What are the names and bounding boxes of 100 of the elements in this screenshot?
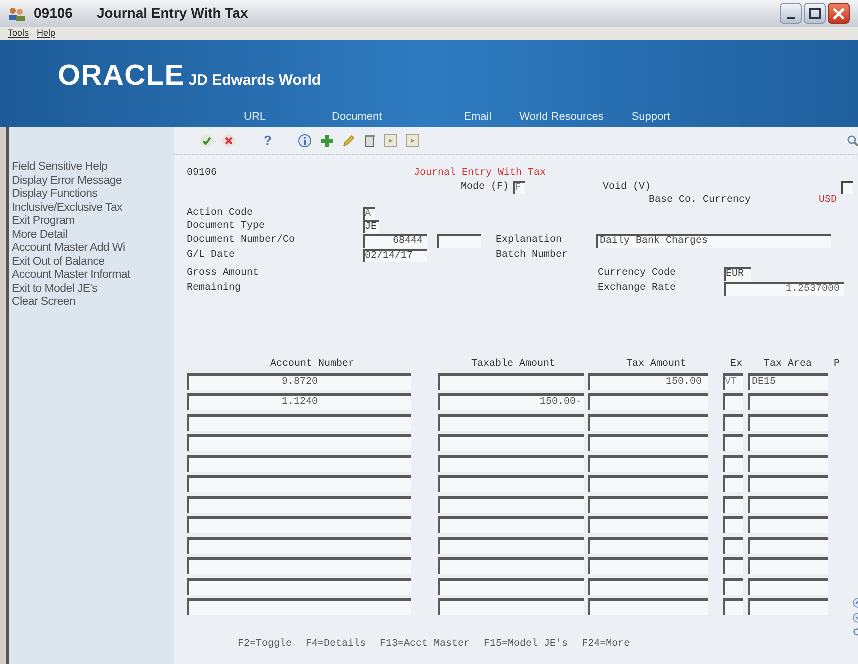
- input-field[interactable]: [588, 578, 708, 595]
- sidebar-item[interactable]: Display Error Message: [12, 174, 174, 188]
- sidebar-item[interactable]: Exit Program: [12, 215, 174, 228]
- input-field[interactable]: [748, 536, 828, 554]
- input-field[interactable]: [723, 414, 743, 431]
- input-field[interactable]: [588, 536, 708, 554]
- input-field[interactable]: [438, 516, 584, 534]
- help-button[interactable]: ?: [264, 134, 272, 147]
- input-field[interactable]: [723, 393, 743, 410]
- input-field[interactable]: [187, 516, 411, 534]
- input-field[interactable]: [723, 475, 743, 492]
- sidebar-item[interactable]: More Detail: [12, 228, 174, 242]
- input-field[interactable]: A: [363, 207, 375, 220]
- input-field[interactable]: [748, 557, 828, 574]
- sidebar-item[interactable]: Clear Screen: [12, 296, 174, 310]
- check-icon[interactable]: [200, 134, 214, 148]
- input-field[interactable]: [187, 598, 411, 616]
- trash-icon[interactable]: [364, 134, 376, 148]
- input-field[interactable]: [588, 414, 708, 431]
- sidebar-item[interactable]: Field Sensitive Help: [12, 161, 174, 174]
- minimize-button[interactable]: [780, 3, 802, 24]
- sidebar-item[interactable]: Inclusive/Exclusive Tax: [12, 202, 174, 215]
- sidebar-item[interactable]: Exit to Model JE's: [12, 282, 174, 296]
- maximize-button[interactable]: [804, 3, 826, 24]
- input-field[interactable]: [723, 516, 743, 534]
- input-field[interactable]: EUR: [724, 266, 751, 280]
- input-field[interactable]: [187, 536, 411, 554]
- input-field[interactable]: [748, 434, 828, 452]
- input-field[interactable]: 68444: [363, 234, 427, 248]
- input-field[interactable]: [723, 536, 743, 554]
- input-field[interactable]: 1.2537000: [724, 282, 844, 296]
- input-field[interactable]: [438, 414, 584, 431]
- input-field[interactable]: [438, 372, 584, 390]
- input-field[interactable]: VT: [723, 372, 743, 390]
- input-field[interactable]: [723, 496, 743, 513]
- info-icon[interactable]: [298, 134, 312, 148]
- input-field[interactable]: [588, 454, 708, 472]
- input-field[interactable]: [438, 454, 584, 472]
- sidebar-item[interactable]: Display Functions: [12, 188, 174, 202]
- input-field[interactable]: [748, 414, 828, 431]
- input-field[interactable]: [438, 496, 584, 513]
- input-field[interactable]: [723, 557, 743, 574]
- input-field[interactable]: [588, 557, 708, 574]
- input-field[interactable]: [187, 454, 411, 472]
- input-field[interactable]: [748, 496, 828, 513]
- input-field[interactable]: [748, 454, 828, 472]
- add-icon[interactable]: [320, 134, 334, 148]
- input-field[interactable]: [438, 434, 584, 452]
- sidebar-item[interactable]: Account Master Informat: [12, 269, 174, 282]
- input-field[interactable]: [588, 598, 708, 616]
- nav-link[interactable]: World Resources: [520, 108, 604, 125]
- input-field[interactable]: [187, 557, 411, 574]
- input-field[interactable]: [588, 393, 708, 410]
- nav-link[interactable]: Document: [332, 108, 382, 125]
- input-field[interactable]: [748, 516, 828, 534]
- input-field[interactable]: [438, 598, 584, 616]
- input-field[interactable]: [438, 475, 584, 492]
- input-field[interactable]: [438, 536, 584, 554]
- input-field[interactable]: [748, 598, 828, 616]
- menu-item[interactable]: Tools: [8, 26, 30, 40]
- input-field[interactable]: 9.8720: [187, 372, 411, 390]
- input-field[interactable]: [187, 578, 411, 595]
- input-field[interactable]: [588, 496, 708, 513]
- input-field[interactable]: 1.1240: [187, 393, 411, 410]
- input-field[interactable]: [748, 475, 828, 492]
- document-icon[interactable]: [406, 134, 420, 148]
- sidebar-item[interactable]: Exit Out of Balance: [12, 256, 174, 269]
- input-field[interactable]: [437, 234, 481, 248]
- input-field[interactable]: [588, 475, 708, 492]
- menu-item[interactable]: Help: [37, 26, 56, 40]
- nav-link[interactable]: Email: [464, 108, 492, 125]
- cancel-icon[interactable]: [222, 134, 236, 148]
- input-field[interactable]: [588, 434, 708, 452]
- checkbox[interactable]: [841, 180, 853, 194]
- pencil-icon[interactable]: [342, 134, 356, 148]
- input-field[interactable]: [748, 393, 828, 410]
- input-field[interactable]: 150.00: [588, 372, 708, 390]
- document-icon[interactable]: [384, 134, 398, 148]
- input-field[interactable]: [748, 578, 828, 595]
- input-field[interactable]: F: [513, 180, 525, 194]
- nav-link[interactable]: URL: [244, 108, 266, 125]
- search-icon[interactable]: [847, 134, 858, 146]
- input-field[interactable]: JE: [363, 220, 379, 233]
- input-field[interactable]: [438, 557, 584, 574]
- input-field[interactable]: [723, 454, 743, 472]
- input-field[interactable]: [187, 496, 411, 513]
- sidebar-item[interactable]: Account Master Add Wi: [12, 242, 174, 256]
- input-field[interactable]: Daily Bank Charges: [596, 234, 831, 248]
- input-field[interactable]: [187, 414, 411, 431]
- nav-link[interactable]: Support: [632, 108, 670, 125]
- input-field[interactable]: [438, 578, 584, 595]
- input-field[interactable]: [723, 578, 743, 595]
- input-field[interactable]: [187, 434, 411, 452]
- input-field[interactable]: 02/14/17: [363, 249, 427, 262]
- close-button[interactable]: [828, 3, 850, 24]
- input-field[interactable]: [723, 434, 743, 452]
- input-field[interactable]: [723, 598, 743, 616]
- input-field[interactable]: DE15: [748, 372, 828, 390]
- input-field[interactable]: [187, 475, 411, 492]
- input-field[interactable]: 150.00-: [438, 393, 584, 410]
